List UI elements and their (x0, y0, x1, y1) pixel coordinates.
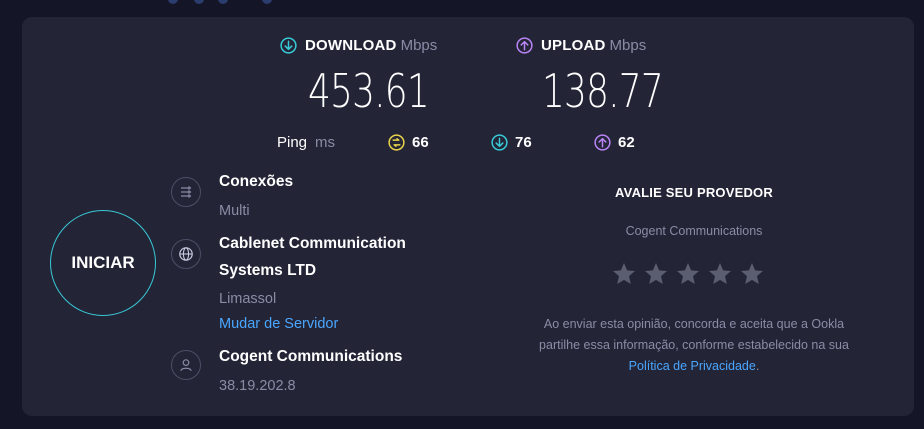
ping-unit: ms (315, 134, 336, 151)
nav-dot (168, 0, 178, 4)
ping-upload: 62 (594, 134, 635, 151)
star-1-icon[interactable] (611, 261, 637, 287)
disclaimer-line1: Ao enviar esta opinião, concorda e aceit… (543, 317, 845, 331)
nav-dot (194, 0, 204, 4)
ping-label-group: Ping ms (277, 134, 335, 151)
ping-idle: 66 (388, 134, 429, 151)
ping-upload-icon (594, 134, 611, 151)
ping-upload-value: 62 (618, 134, 635, 151)
result-card: DOWNLOAD Mbps 453.61 UPLOAD Mbps 138.77 … (22, 17, 914, 416)
nav-dot (262, 0, 272, 4)
rate-provider-name-wrap: Cogent Communications (494, 222, 894, 240)
download-speed: 453.61 (308, 64, 430, 118)
top-strip (0, 0, 924, 6)
rate-provider-name: Cogent Communications (625, 224, 763, 238)
change-server-link[interactable]: Mudar de Servidor (219, 316, 338, 332)
star-5-icon[interactable] (739, 261, 765, 287)
upload-header: UPLOAD Mbps (516, 37, 646, 54)
connections-value: Multi (219, 203, 250, 219)
connections-icon (171, 177, 201, 207)
user-icon (171, 350, 201, 380)
connections-title: Conexões (219, 173, 294, 190)
server-name-line1: Cablenet Communication (219, 235, 406, 252)
server-name-line2: Systems LTD (219, 262, 317, 279)
nav-dot (218, 0, 228, 4)
disclaimer-period: . (755, 359, 760, 373)
globe-icon (171, 239, 201, 269)
ping-download-value: 76 (515, 134, 532, 151)
star-4-icon[interactable] (707, 261, 733, 287)
download-header: DOWNLOAD Mbps (280, 37, 437, 54)
rate-provider-panel: AVALIE SEU PROVEDOR (494, 185, 894, 200)
upload-unit: Mbps (609, 37, 647, 54)
privacy-policy-link[interactable]: Política de Privacidade (629, 359, 756, 373)
ping-label: Ping (277, 134, 308, 151)
star-rating (611, 261, 765, 287)
provider-name: Cogent Communications (219, 348, 403, 365)
rating-disclaimer: Ao enviar esta opinião, concorda e aceit… (494, 314, 894, 377)
ping-idle-value: 66 (412, 134, 429, 151)
ping-download: 76 (491, 134, 532, 151)
disclaimer-line2: partilhe essa informação, conforme estab… (539, 338, 849, 352)
download-icon (280, 37, 297, 54)
download-label: DOWNLOAD (305, 37, 397, 54)
upload-icon (516, 37, 533, 54)
server-location: Limassol (219, 291, 277, 307)
start-button[interactable]: INICIAR (50, 210, 156, 316)
provider-ip: 38.19.202.8 (219, 378, 296, 394)
disclaimer-line3: Política de Privacidade. (494, 356, 894, 377)
star-3-icon[interactable] (675, 261, 701, 287)
ping-download-icon (491, 134, 508, 151)
upload-speed: 138.77 (542, 64, 664, 118)
rate-provider-title: AVALIE SEU PROVEDOR (615, 185, 773, 200)
star-2-icon[interactable] (643, 261, 669, 287)
download-unit: Mbps (400, 37, 438, 54)
ping-idle-icon (388, 134, 405, 151)
upload-label: UPLOAD (541, 37, 606, 54)
